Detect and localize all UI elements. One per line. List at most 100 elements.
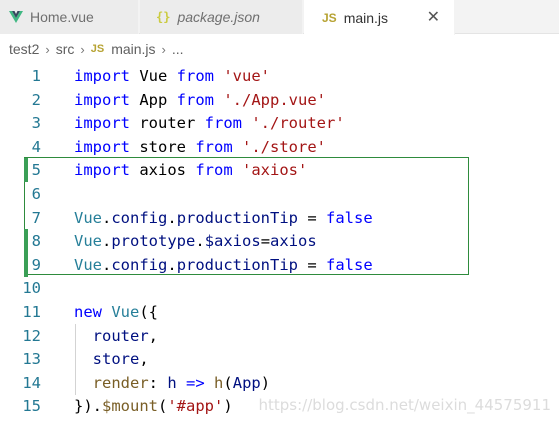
code-text: import App from './App.vue' bbox=[74, 88, 326, 112]
code-text: render: h => h(App) bbox=[74, 371, 270, 395]
code-token: config bbox=[111, 208, 168, 227]
code-token: false bbox=[326, 208, 373, 227]
tab-label: package.json bbox=[177, 9, 260, 25]
code-token: store bbox=[92, 350, 140, 369]
tab-home-vue[interactable]: Home.vue bbox=[0, 0, 139, 34]
code-line[interactable]: 1 import Vue from 'vue' bbox=[0, 64, 559, 88]
code-token: config bbox=[111, 255, 168, 274]
code-token: , bbox=[148, 326, 159, 345]
close-icon[interactable]: ✕ bbox=[427, 7, 440, 27]
code-token: ) bbox=[223, 397, 233, 416]
breadcrumb-item-symbols[interactable]: ... bbox=[172, 41, 184, 57]
code-token: App bbox=[130, 90, 177, 109]
breadcrumb-item-test2[interactable]: test2 bbox=[9, 41, 39, 57]
line-number: 5 bbox=[31, 161, 41, 180]
code-line[interactable]: 14 render: h => h(App) bbox=[0, 370, 559, 395]
code-token: . bbox=[195, 232, 205, 251]
code-token: from bbox=[195, 137, 233, 156]
code-line[interactable]: 9 Vue.config.productionTip = false bbox=[0, 252, 559, 277]
code-token: import bbox=[74, 114, 130, 133]
json-icon: {} bbox=[156, 10, 171, 24]
code-line[interactable]: 2 import App from './App.vue' bbox=[0, 88, 559, 112]
breadcrumb-item-main-js[interactable]: main.js bbox=[111, 41, 155, 57]
line-number: 10 bbox=[22, 279, 41, 298]
chevron-right-icon: › bbox=[45, 41, 50, 57]
line-number: 9 bbox=[31, 255, 41, 274]
code-token: . bbox=[102, 232, 112, 251]
code-token: from bbox=[204, 114, 242, 133]
line-number: 11 bbox=[22, 303, 41, 321]
editor-tab-bar: Home.vue {} package.json JS main.js ✕ bbox=[0, 0, 559, 35]
code-line[interactable]: 10 bbox=[0, 276, 559, 300]
line-number: 12 bbox=[22, 326, 41, 345]
code-token: $axios bbox=[204, 232, 261, 251]
code-token: from bbox=[176, 90, 214, 109]
code-token: import bbox=[74, 90, 130, 109]
code-token: . bbox=[167, 208, 177, 227]
tab-label: main.js bbox=[343, 9, 389, 26]
code-line[interactable]: 12 router, bbox=[0, 323, 559, 348]
code-token: ({ bbox=[139, 303, 159, 321]
code-token: import bbox=[74, 137, 130, 156]
code-token: store bbox=[130, 137, 196, 156]
code-text: import store from './store' bbox=[74, 135, 326, 159]
breadcrumb-item-src[interactable]: src bbox=[56, 41, 75, 57]
code-token: './router' bbox=[251, 114, 345, 133]
code-token: = bbox=[260, 232, 271, 251]
code-line[interactable]: 7 Vue.config.productionTip = false bbox=[0, 206, 559, 230]
code-token: . bbox=[102, 208, 112, 227]
code-token: . bbox=[167, 255, 177, 274]
code-line[interactable]: 13 store, bbox=[0, 347, 559, 372]
code-line[interactable]: 5 import axios from 'axios' bbox=[0, 158, 559, 183]
chevron-right-icon: › bbox=[80, 41, 85, 57]
line-number: 4 bbox=[31, 137, 41, 156]
code-text: Vue.prototype.$axios=axios bbox=[74, 229, 317, 253]
code-line[interactable]: 4 import store from './store' bbox=[0, 135, 559, 159]
line-number: 14 bbox=[22, 373, 41, 392]
code-token: '#app' bbox=[167, 397, 224, 416]
code-token: from bbox=[176, 67, 214, 85]
code-line[interactable]: 11 new Vue({ bbox=[0, 300, 559, 324]
tab-main-js[interactable]: JS main.js ✕ bbox=[304, 0, 455, 35]
code-token: $mount bbox=[102, 397, 158, 416]
code-text: Vue.config.productionTip = false bbox=[74, 206, 373, 230]
code-token: axios bbox=[130, 161, 196, 180]
code-token: , bbox=[139, 350, 149, 369]
line-number: 13 bbox=[22, 350, 41, 369]
code-token: prototype bbox=[111, 232, 196, 251]
code-token: h bbox=[214, 373, 224, 392]
code-token: Vue bbox=[74, 208, 102, 227]
code-editor[interactable]: 1 import Vue from 'vue' 2 import App from '… bbox=[0, 64, 559, 426]
code-token: : bbox=[148, 373, 168, 392]
code-token: h bbox=[167, 373, 177, 392]
chevron-right-icon: › bbox=[161, 41, 166, 57]
code-line[interactable]: 8 Vue.prototype.$axios=axios bbox=[0, 229, 559, 254]
code-token: => bbox=[186, 373, 205, 392]
code-token: router bbox=[92, 326, 149, 345]
tab-package-json[interactable]: {} package.json bbox=[140, 0, 303, 34]
code-token: Vue bbox=[74, 232, 102, 251]
watermark: https://blog.csdn.net/weixin_44575911 bbox=[258, 396, 551, 414]
line-number: 8 bbox=[31, 232, 41, 251]
code-token: ( bbox=[223, 373, 233, 392]
code-token: Vue bbox=[74, 255, 102, 274]
code-text: }).$mount('#app') bbox=[74, 394, 233, 418]
code-token: Vue bbox=[130, 67, 177, 85]
code-token: from bbox=[195, 161, 233, 180]
js-icon: JS bbox=[322, 10, 337, 25]
code-text: import Vue from 'vue' bbox=[74, 64, 270, 88]
code-token: ) bbox=[260, 373, 271, 392]
code-line[interactable]: 3 import router from './router' bbox=[0, 111, 559, 135]
code-token: import bbox=[74, 67, 130, 85]
code-line[interactable]: 6 bbox=[0, 182, 559, 206]
